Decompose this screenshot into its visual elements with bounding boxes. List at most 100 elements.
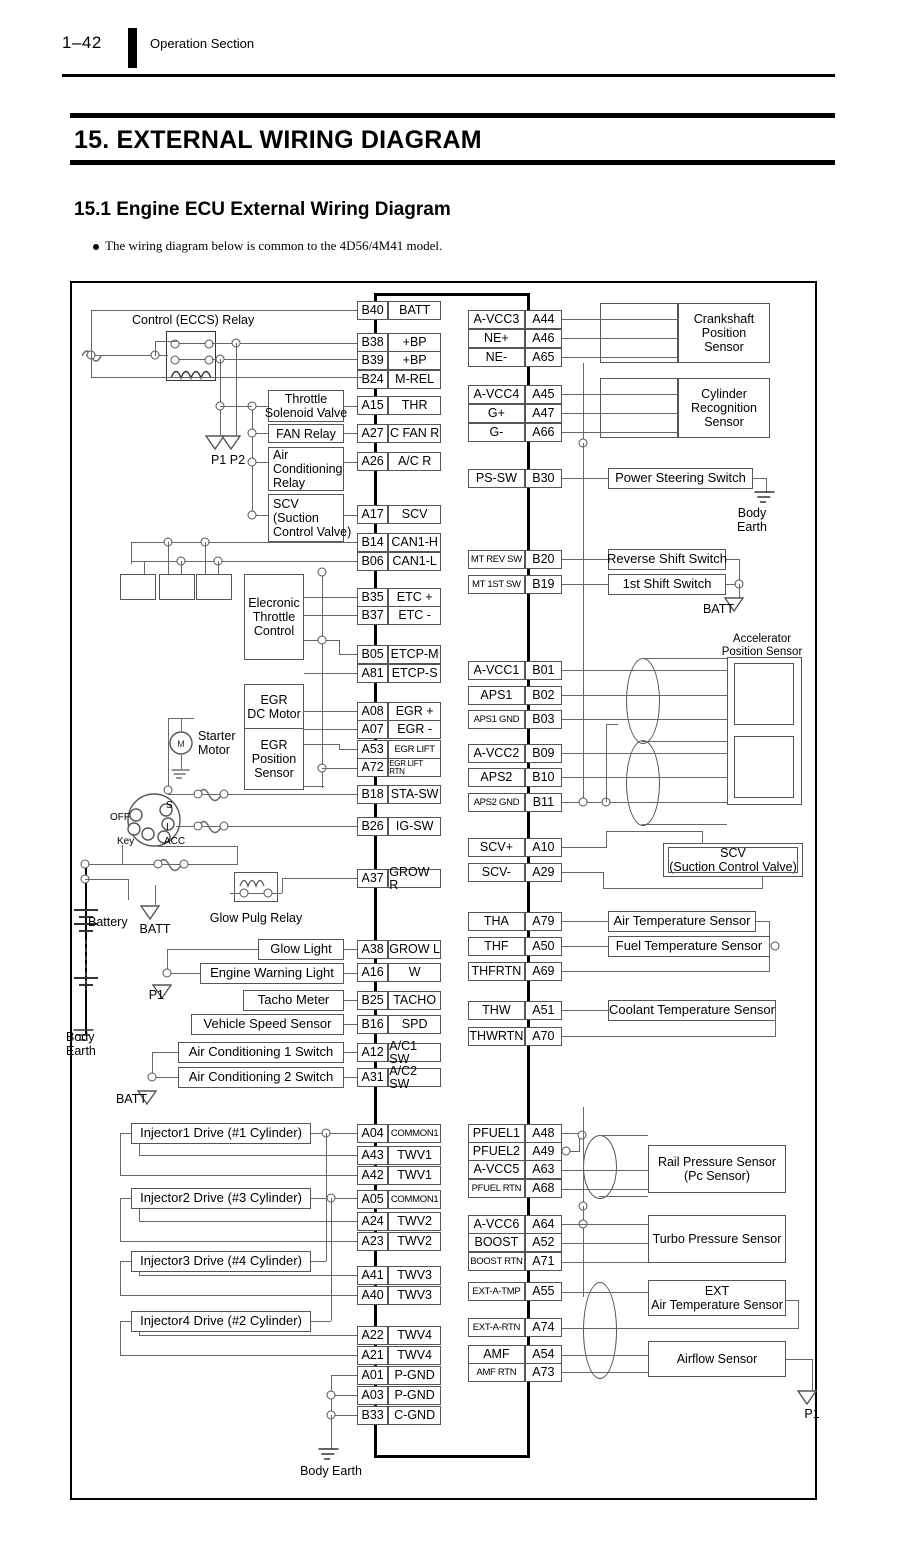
air-conditioning-relay-box[interactable]: Air Conditioning Relay: [268, 447, 344, 491]
rail-pressure-sensor-box[interactable]: Rail Pressure Sensor (Pc Sensor): [648, 1145, 786, 1193]
terminal-b39[interactable]: B39 +BP: [357, 351, 441, 370]
terminal-a53[interactable]: A53 EGR LIFT: [357, 740, 441, 759]
glow-light-box[interactable]: Glow Light: [258, 939, 344, 960]
scv-right-box[interactable]: SCV (Suction Control Valve): [663, 843, 803, 877]
terminal-a40[interactable]: A40 TWV3: [357, 1286, 441, 1305]
air-conditioning-1-switch-box[interactable]: Air Conditioning 1 Switch: [178, 1042, 344, 1063]
terminal-a68[interactable]: PFUEL RTN A68: [468, 1179, 562, 1198]
terminal-a51[interactable]: THW A51: [468, 1001, 562, 1020]
terminal-b40[interactable]: B40 BATT: [357, 301, 441, 320]
terminal-b09[interactable]: A-VCC2 B09: [468, 744, 562, 763]
terminal-b19[interactable]: MT 1ST SW B19: [468, 575, 562, 594]
scv-box[interactable]: SCV (Suction Control Valve): [268, 494, 351, 542]
terminal-b24[interactable]: B24 M-REL: [357, 370, 441, 389]
terminal-a31[interactable]: A31 A/C2 SW: [357, 1065, 441, 1090]
terminal-b26[interactable]: B26 IG-SW: [357, 817, 441, 836]
terminal-a08[interactable]: A08 EGR +: [357, 702, 441, 721]
terminal-a27[interactable]: A27 C FAN R: [357, 424, 441, 443]
tacho-meter-box[interactable]: Tacho Meter: [243, 990, 344, 1011]
terminal-a29[interactable]: SCV- A29: [468, 863, 562, 882]
terminal-a05[interactable]: A05 COMMON1: [357, 1190, 441, 1209]
terminal-b18[interactable]: B18 STA-SW: [357, 785, 441, 804]
power-steering-switch-box[interactable]: Power Steering Switch: [608, 468, 753, 489]
injector3-drive-box[interactable]: Injector3 Drive (#4 Cylinder): [131, 1251, 311, 1272]
terminal-a07[interactable]: A07 EGR -: [357, 720, 441, 739]
injector2-drive-box[interactable]: Injector2 Drive (#3 Cylinder): [131, 1188, 311, 1209]
terminal-a43[interactable]: A43 TWV1: [357, 1146, 441, 1165]
terminal-a01[interactable]: A01 P-GND: [357, 1366, 441, 1385]
terminal-a41[interactable]: A41 TWV3: [357, 1266, 441, 1285]
can-module-1[interactable]: [120, 574, 156, 600]
terminal-a50[interactable]: THF A50: [468, 937, 562, 956]
terminal-a69[interactable]: THFRTN A69: [468, 962, 562, 981]
terminal-b35[interactable]: B35 ETC +: [357, 588, 441, 607]
terminal-a16[interactable]: A16 W: [357, 963, 441, 982]
terminal-a10[interactable]: SCV+ A10: [468, 838, 562, 857]
throttle-solenoid-valve-box[interactable]: Throttle Solenoid Valve: [265, 390, 347, 422]
terminal-a63[interactable]: A-VCC5 A63: [468, 1160, 562, 1179]
airflow-sensor-box[interactable]: Airflow Sensor: [648, 1341, 786, 1377]
terminal-b37[interactable]: B37 ETC -: [357, 606, 441, 625]
terminal-a48[interactable]: PFUEL1 A48: [468, 1124, 562, 1143]
terminal-b30[interactable]: PS-SW B30: [468, 469, 562, 488]
egr-dc-motor-box[interactable]: EGR DC Motor: [244, 684, 304, 728]
terminal-b16[interactable]: B16 SPD: [357, 1015, 441, 1034]
terminal-a74[interactable]: EXT-A-RTN A74: [468, 1318, 562, 1337]
terminal-a81[interactable]: A81 ETCP-S: [357, 664, 441, 683]
terminal-a73[interactable]: AMF RTN A73: [468, 1363, 562, 1382]
terminal-a54[interactable]: AMF A54: [468, 1345, 562, 1364]
terminal-a37[interactable]: A37 GROW R: [357, 866, 441, 891]
terminal-a15[interactable]: A15 THR: [357, 396, 441, 415]
terminal-a03[interactable]: A03 P-GND: [357, 1386, 441, 1405]
terminal-b02[interactable]: APS1 B02: [468, 686, 562, 705]
terminal-b38[interactable]: B38 +BP: [357, 333, 441, 352]
turbo-pressure-sensor-box[interactable]: Turbo Pressure Sensor: [648, 1215, 786, 1263]
terminal-a17[interactable]: A17 SCV: [357, 505, 441, 524]
terminal-b05[interactable]: B05 ETCP-M: [357, 645, 441, 664]
air-conditioning-2-switch-box[interactable]: Air Conditioning 2 Switch: [178, 1067, 344, 1088]
terminal-b10[interactable]: APS2 B10: [468, 768, 562, 787]
fan-relay-box[interactable]: FAN Relay: [268, 424, 344, 443]
terminal-b03[interactable]: APS1 GND B03: [468, 710, 562, 729]
terminal-a55[interactable]: EXT-A-TMP A55: [468, 1282, 562, 1301]
terminal-a65[interactable]: NE- A65: [468, 348, 562, 367]
terminal-b33[interactable]: B33 C-GND: [357, 1406, 441, 1425]
terminal-b01[interactable]: A-VCC1 B01: [468, 661, 562, 680]
terminal-b06[interactable]: B06 CAN1-L: [357, 552, 441, 571]
terminal-a42[interactable]: A42 TWV1: [357, 1166, 441, 1185]
terminal-a46[interactable]: NE+ A46: [468, 329, 562, 348]
coolant-temperature-sensor-box[interactable]: Coolant Temperature Sensor: [608, 1000, 776, 1021]
terminal-a21[interactable]: A21 TWV4: [357, 1346, 441, 1365]
terminal-b20[interactable]: MT REV SW B20: [468, 550, 562, 569]
terminal-a22[interactable]: A22 TWV4: [357, 1326, 441, 1345]
vehicle-speed-sensor-box[interactable]: Vehicle Speed Sensor: [191, 1014, 344, 1035]
terminal-b11[interactable]: APS2 GND B11: [468, 793, 562, 812]
terminal-a72[interactable]: A72 EGR LIFT RTN: [357, 758, 441, 777]
terminal-a49[interactable]: PFUEL2 A49: [468, 1142, 562, 1161]
terminal-a70[interactable]: THWRTN A70: [468, 1027, 562, 1046]
engine-warning-light-box[interactable]: Engine Warning Light: [200, 963, 344, 984]
air-temperature-sensor-box[interactable]: Air Temperature Sensor: [608, 911, 756, 932]
can-module-2[interactable]: [159, 574, 195, 600]
first-shift-switch-box[interactable]: 1st Shift Switch: [608, 574, 726, 595]
terminal-a52[interactable]: BOOST A52: [468, 1233, 562, 1252]
terminal-a44[interactable]: A-VCC3 A44: [468, 310, 562, 329]
terminal-b25[interactable]: B25 TACHO: [357, 991, 441, 1010]
terminal-a24[interactable]: A24 TWV2: [357, 1212, 441, 1231]
terminal-a66[interactable]: G- A66: [468, 423, 562, 442]
electronic-throttle-control-box[interactable]: Elecronic Throttle Control: [244, 574, 304, 660]
egr-position-sensor-box[interactable]: EGR Position Sensor: [244, 728, 304, 790]
reverse-shift-switch-box[interactable]: Reverse Shift Switch: [607, 549, 727, 570]
terminal-a38[interactable]: A38 GROW L: [357, 940, 441, 959]
injector1-drive-box[interactable]: Injector1 Drive (#1 Cylinder): [131, 1123, 311, 1144]
terminal-a47[interactable]: G+ A47: [468, 404, 562, 423]
terminal-a45[interactable]: A-VCC4 A45: [468, 385, 562, 404]
terminal-a79[interactable]: THA A79: [468, 912, 562, 931]
ext-air-temperature-sensor-box[interactable]: EXT Air Temperature Sensor: [648, 1280, 786, 1316]
fuel-temperature-sensor-box[interactable]: Fuel Temperature Sensor: [608, 936, 770, 957]
terminal-a04[interactable]: A04 COMMON1: [357, 1124, 441, 1143]
terminal-a64[interactable]: A-VCC6 A64: [468, 1215, 562, 1234]
terminal-a26[interactable]: A26 A/C R: [357, 452, 441, 471]
can-module-3[interactable]: [196, 574, 232, 600]
cylinder-recognition-sensor-box[interactable]: Cylinder Recognition Sensor: [678, 378, 770, 438]
